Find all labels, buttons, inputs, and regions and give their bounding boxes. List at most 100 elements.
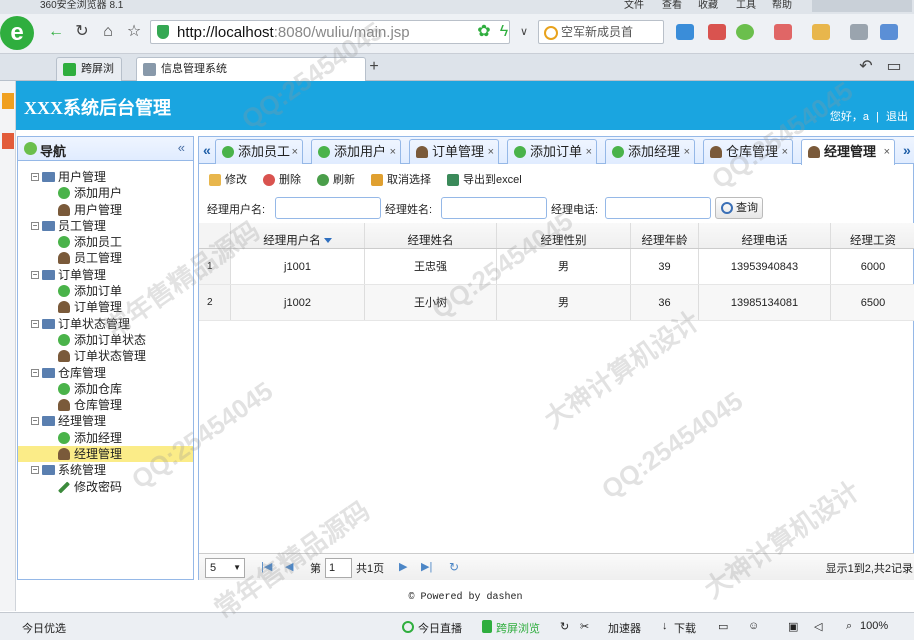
tab-close-icon[interactable]: ×: [390, 140, 396, 164]
home-icon[interactable]: ⌂: [98, 22, 118, 42]
tree-group-manager[interactable]: − 经理管理: [18, 413, 193, 429]
export-excel-button[interactable]: 导出到excel: [445, 171, 522, 189]
menu-file[interactable]: 文件: [624, 0, 644, 12]
tree-item-add-warehouse[interactable]: 添加仓库: [18, 381, 193, 397]
dropdown-icon[interactable]: ∨: [514, 22, 534, 42]
edit-button[interactable]: 修改: [207, 171, 247, 189]
menu-tools[interactable]: 工具: [736, 0, 756, 12]
status-refresh-icon[interactable]: ↻: [560, 620, 569, 633]
tree-item-staff-manage[interactable]: 员工管理: [18, 250, 193, 266]
back-icon[interactable]: ←: [46, 22, 66, 42]
address-bar[interactable]: http://localhost:8080/wuliu/main.jsp: [150, 20, 510, 44]
browser-tab-info-system[interactable]: 信息管理系统: [136, 57, 366, 81]
screenshot-icon[interactable]: [812, 24, 830, 40]
star-icon[interactable]: ☆: [124, 22, 144, 42]
status-today-picks[interactable]: 今日优选: [22, 620, 66, 636]
tab-add-user[interactable]: 添加用户 ×: [311, 139, 401, 164]
new-tab-icon[interactable]: +: [364, 57, 384, 77]
cancel-select-button[interactable]: 取消选择: [369, 171, 431, 189]
smile-icon[interactable]: ☺: [748, 620, 759, 632]
browser-tab-cross-screen[interactable]: 跨屏浏览: [56, 57, 122, 97]
tab-close-icon[interactable]: ×: [684, 140, 690, 164]
collapse-toggle-icon[interactable]: −: [31, 417, 39, 426]
collapse-toggle-icon[interactable]: −: [31, 368, 39, 377]
status-zoom[interactable]: 100%: [860, 620, 888, 632]
first-page-icon[interactable]: |◀: [261, 560, 272, 573]
tab-list-icon[interactable]: ▭: [884, 57, 904, 77]
speed-icon[interactable]: ϟ: [494, 22, 514, 42]
tree-item-order-status-manage[interactable]: 订单状态管理: [18, 348, 193, 364]
refresh-page-icon[interactable]: ↻: [449, 560, 459, 574]
tree-group-order[interactable]: − 订单管理: [18, 267, 193, 283]
col-header-gender[interactable]: 经理性别: [497, 223, 631, 248]
menu-icon[interactable]: [880, 24, 898, 40]
tab-add-order[interactable]: 添加订单 ×: [507, 139, 597, 164]
tree-group-staff[interactable]: − 员工管理: [18, 218, 193, 234]
status-live[interactable]: 今日直播: [418, 620, 462, 636]
ie-mode-icon[interactable]: ✿: [474, 22, 494, 42]
restore-tab-icon[interactable]: ↶: [856, 57, 876, 77]
collapse-toggle-icon[interactable]: −: [31, 173, 39, 181]
tab-close-icon[interactable]: ×: [782, 140, 788, 164]
next-page-icon[interactable]: ▶: [399, 560, 407, 573]
tab-close-icon[interactable]: ×: [292, 140, 298, 164]
menu-favorites[interactable]: 收藏: [698, 0, 718, 12]
game-icon[interactable]: [850, 24, 868, 40]
collapse-toggle-icon[interactable]: −: [31, 319, 39, 328]
col-header-age[interactable]: 经理年龄: [631, 223, 699, 248]
tree-group-user[interactable]: − 用户管理: [18, 169, 193, 185]
phone-input[interactable]: [605, 197, 711, 219]
table-row[interactable]: 1 j1001 王忠强 男 39 13953940843 6000: [199, 249, 914, 285]
query-button[interactable]: 查询: [715, 197, 763, 219]
tree-item-user-manage[interactable]: 用户管理: [18, 202, 193, 218]
col-header-salary[interactable]: 经理工资: [831, 223, 914, 248]
apps-icon[interactable]: [676, 24, 694, 40]
scissors-icon[interactable]: ✂: [580, 620, 589, 633]
tab-close-icon[interactable]: ×: [488, 140, 494, 164]
table-row[interactable]: 2 j1002 王小树 男 36 13985134081 6500: [199, 285, 914, 321]
tree-item-add-staff[interactable]: 添加员工: [18, 234, 193, 250]
tab-warehouse-manage[interactable]: 仓库管理 ×: [703, 139, 793, 164]
tree-item-add-manager[interactable]: 添加经理: [18, 430, 193, 446]
page-number-input[interactable]: 1: [325, 558, 352, 578]
search-box[interactable]: 空军新成员首: [538, 20, 664, 44]
sidebar-weibo-icon[interactable]: [2, 133, 14, 149]
translate-icon[interactable]: [774, 24, 792, 40]
prev-page-icon[interactable]: ◀: [285, 560, 293, 573]
window-icon[interactable]: ▣: [788, 620, 798, 633]
col-header-name[interactable]: 经理姓名: [365, 223, 497, 248]
layout-icon[interactable]: ▭: [718, 620, 728, 633]
tree-item-add-order[interactable]: 添加订单: [18, 283, 193, 299]
tab-close-icon[interactable]: ×: [884, 140, 890, 164]
tab-scroll-right-icon[interactable]: »: [903, 142, 911, 158]
collapse-toggle-icon[interactable]: −: [31, 466, 39, 475]
tree-item-warehouse-manage[interactable]: 仓库管理: [18, 397, 193, 413]
collapse-toggle-icon[interactable]: −: [31, 270, 39, 279]
username-input[interactable]: [275, 197, 381, 219]
reload-icon[interactable]: ↻: [72, 22, 92, 42]
status-accelerator[interactable]: 加速器: [608, 620, 641, 636]
collapse-icon[interactable]: «: [178, 140, 185, 155]
tree-item-manager-manage[interactable]: 经理管理: [18, 446, 193, 463]
last-page-icon[interactable]: ▶|: [421, 560, 432, 573]
status-cross-screen[interactable]: 跨屏浏览: [496, 620, 540, 636]
menu-help[interactable]: 帮助: [772, 0, 792, 12]
collapse-toggle-icon[interactable]: −: [31, 221, 39, 230]
tree-group-order-status[interactable]: − 订单状态管理: [18, 316, 193, 332]
name-input[interactable]: [441, 197, 547, 219]
window-controls[interactable]: [812, 0, 912, 12]
logout-link[interactable]: 退出: [886, 111, 908, 123]
money-icon[interactable]: [736, 24, 754, 40]
tree-item-change-password[interactable]: 修改密码: [18, 479, 193, 495]
mail-icon[interactable]: [708, 24, 726, 40]
tab-add-manager[interactable]: 添加经理 ×: [605, 139, 695, 164]
tree-group-warehouse[interactable]: − 仓库管理: [18, 365, 193, 381]
delete-button[interactable]: 删除: [261, 171, 301, 189]
sidebar-app-icon[interactable]: [2, 93, 14, 109]
tab-add-staff[interactable]: 添加员工 ×: [215, 139, 303, 164]
tree-item-add-user[interactable]: 添加用户: [18, 185, 193, 201]
page-size-select[interactable]: 5: [205, 558, 245, 578]
tab-close-icon[interactable]: ×: [586, 140, 592, 164]
volume-icon[interactable]: ◁: [814, 620, 822, 633]
tab-manager-manage[interactable]: 经理管理 ×: [801, 139, 895, 165]
